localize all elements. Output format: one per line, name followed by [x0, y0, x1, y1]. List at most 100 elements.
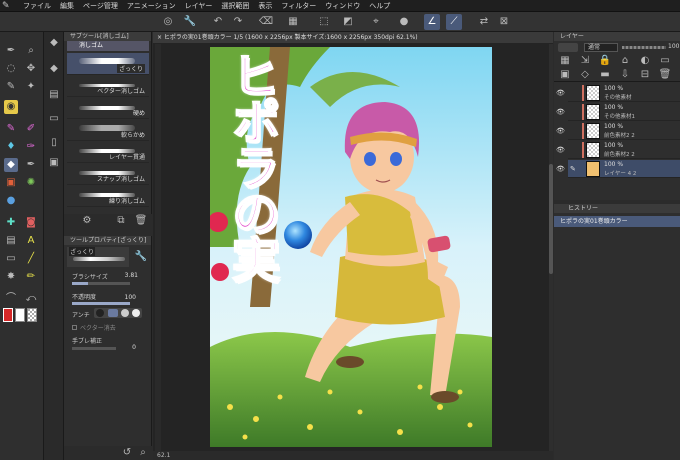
opacity-slider[interactable] — [72, 302, 130, 305]
reset-icon[interactable]: ↺ — [120, 446, 134, 460]
folder-icon[interactable]: ▭ — [658, 54, 672, 68]
magic-wand-icon[interactable]: ✦ — [24, 80, 38, 94]
settings-icon[interactable]: 🔧 — [182, 14, 198, 30]
layer-color-dropdown[interactable] — [558, 43, 578, 52]
fill-bucket-icon[interactable]: ▣ — [4, 176, 18, 190]
visibility-eye-icon[interactable]: 👁 — [556, 146, 565, 154]
fill-icon[interactable]: ▦ — [285, 14, 301, 30]
transform-icon[interactable]: ⌖ — [368, 14, 384, 30]
airbrush-icon[interactable]: ✑ — [24, 140, 38, 154]
reference-icon[interactable]: ⌂ — [618, 54, 632, 68]
copy-subtool-icon[interactable]: ⧉ — [114, 214, 128, 228]
subtool-item[interactable]: レイヤー貫通 — [67, 141, 149, 163]
subtool-item[interactable]: 軟らかめ — [67, 119, 149, 141]
menu-animation[interactable]: アニメーション — [127, 1, 176, 11]
wrench-icon[interactable]: 🔧 — [134, 250, 148, 264]
artwork-canvas[interactable]: ヒポラの実 — [210, 47, 492, 447]
transparent-color-swatch[interactable] — [27, 308, 37, 322]
subtool-item[interactable]: 練り消しゴム — [67, 185, 149, 207]
brush-size-value[interactable]: 3.81 — [114, 272, 138, 279]
subtool-item[interactable]: ざっくり — [67, 53, 149, 75]
transfer-icon[interactable]: ⇩ — [618, 68, 632, 82]
pen-tool-icon[interactable]: ✎ — [4, 80, 18, 94]
subtool-item[interactable]: ベクター消しゴム — [67, 75, 149, 97]
eraser-group-icon-2[interactable]: ◆ — [47, 62, 61, 76]
ruler-icon[interactable]: ✚ — [4, 216, 18, 230]
delete-subtool-icon[interactable]: 🗑 — [134, 214, 148, 228]
sub-color-swatch[interactable] — [15, 308, 25, 322]
brush-icon[interactable]: ♦ — [4, 140, 18, 154]
subtool-settings-icon[interactable]: ⚙ — [80, 214, 94, 228]
visibility-eye-icon[interactable]: 👁 — [556, 127, 565, 135]
antialias-selector[interactable] — [94, 308, 142, 318]
canvas-vertical-scrollbar[interactable] — [549, 44, 553, 451]
new-vector-icon[interactable]: ◇ — [578, 68, 592, 82]
layer-row[interactable]: 👁 100 % その他素材1 — [556, 103, 680, 121]
menu-file[interactable]: ファイル — [23, 1, 51, 11]
clip-studio-icon[interactable]: ◎ — [160, 14, 176, 30]
delete-icon[interactable]: ⊠ — [496, 14, 512, 30]
zoom-tool-icon[interactable]: ⌕ — [136, 446, 150, 460]
clip-icon[interactable]: ⇲ — [578, 54, 592, 68]
antialias-mid-option[interactable] — [121, 309, 129, 317]
history-item[interactable]: ヒポラの実01巻頭カラー — [554, 216, 680, 227]
visibility-eye-icon[interactable]: 👁 — [556, 89, 565, 97]
merge-icon[interactable]: ⊟ — [638, 68, 652, 82]
opacity-value[interactable]: 100 — [114, 294, 136, 301]
new-folder-icon[interactable]: ▬ — [598, 68, 612, 82]
blend-mode-select[interactable]: 通常 — [584, 43, 618, 52]
gradient-icon[interactable]: ▤ — [4, 234, 18, 248]
snap-special-ruler-icon[interactable]: ⟋ — [446, 14, 462, 30]
menu-edit[interactable]: 編集 — [60, 1, 74, 11]
page-icon[interactable]: ▭ — [47, 112, 61, 126]
snap-ruler-icon[interactable]: ∠ — [424, 14, 440, 30]
subtool-item[interactable]: 硬め — [67, 97, 149, 119]
subtool-tab[interactable]: 消しゴム — [67, 41, 149, 51]
menu-layer[interactable]: レイヤー — [185, 1, 213, 11]
scrollbar-thumb[interactable] — [549, 164, 553, 274]
delete-layer-icon[interactable]: 🗑 — [658, 68, 672, 82]
snap-off-icon[interactable]: ● — [396, 14, 412, 30]
new-layer-icon[interactable]: ▦ — [558, 54, 572, 68]
app-logo-icon[interactable]: ✎ — [2, 0, 14, 12]
zoom-level[interactable]: 62.1 — [157, 452, 170, 459]
menu-selection[interactable]: 選択範囲 — [221, 1, 249, 11]
material-icon[interactable]: ▣ — [47, 156, 61, 170]
antialias-high-option[interactable] — [132, 309, 140, 317]
mask-icon[interactable]: ◐ — [638, 54, 652, 68]
layer-row-selected[interactable]: 👁 ✎ 100 % レイヤー 4 2 — [556, 160, 680, 178]
balloon-icon[interactable]: ▭ — [4, 252, 18, 266]
pencil-icon[interactable]: ✐ — [24, 122, 38, 136]
swap-icon[interactable]: ⌒ — [4, 292, 18, 306]
lasso-icon[interactable]: ◌ — [4, 62, 18, 76]
reset-color-icon[interactable]: ⤺ — [24, 292, 38, 306]
visibility-eye-icon[interactable]: 👁 — [556, 108, 565, 116]
move-icon[interactable]: ✥ — [24, 62, 38, 76]
menu-view[interactable]: 表示 — [258, 1, 272, 11]
layer-opacity-slider[interactable] — [622, 46, 666, 49]
menu-help[interactable]: ヘルプ — [369, 1, 390, 11]
layer-row[interactable]: 👁 100 % 前色素材2 2 — [556, 122, 680, 140]
frame-icon[interactable]: ◙ — [24, 216, 38, 230]
decoration-icon[interactable]: ✺ — [24, 176, 38, 190]
layer-row[interactable]: 👁 100 % その他素材 — [556, 84, 680, 102]
vector-erase-checkbox[interactable] — [72, 325, 77, 330]
antialias-none-option[interactable] — [96, 309, 104, 317]
menu-page[interactable]: ページ管理 — [83, 1, 118, 11]
correct-line-icon[interactable]: ✸ — [4, 270, 18, 284]
document-icon[interactable]: ▯ — [47, 136, 61, 150]
lock-icon[interactable]: 🔒 — [598, 54, 612, 68]
document-tab[interactable]: × ヒポラの実01巻頭カラー 1/5 (1600 x 2256px 製本サイズ:… — [153, 32, 553, 43]
visibility-eye-icon[interactable]: 👁 — [556, 165, 565, 173]
clear-icon[interactable]: ⌫ — [258, 14, 274, 30]
zoom-icon[interactable]: ⌕ — [24, 44, 38, 58]
line-icon[interactable]: ╱ — [24, 252, 38, 266]
blend-icon[interactable]: ✒ — [24, 158, 38, 172]
menu-filter[interactable]: フィルター — [281, 1, 316, 11]
text-icon[interactable]: A — [24, 234, 38, 248]
redo-icon[interactable]: ↷ — [230, 14, 246, 30]
eraser-icon[interactable]: ◆ — [4, 158, 18, 172]
subtool-item[interactable]: スナップ消しゴム — [67, 163, 149, 185]
correct-icon[interactable]: ✏ — [24, 270, 38, 284]
stabilization-value[interactable]: 0 — [120, 344, 136, 351]
